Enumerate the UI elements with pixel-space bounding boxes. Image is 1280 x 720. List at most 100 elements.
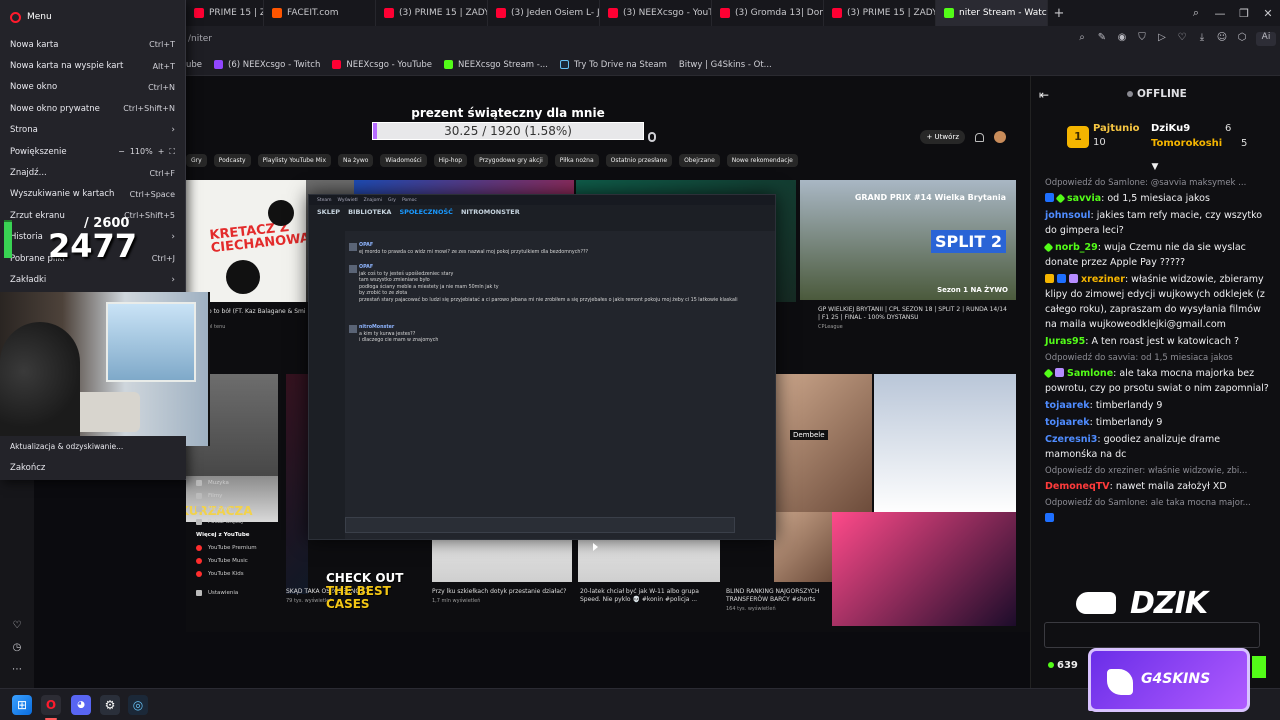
- bookmark-youtube[interactable]: ube: [186, 60, 202, 70]
- chevron-right-icon: ›: [171, 125, 175, 136]
- url-field[interactable]: /niter: [188, 34, 212, 44]
- chat-message: xreziner: właśnie widzowie, zbieramy kli…: [1045, 274, 1265, 330]
- tab-prime15-3[interactable]: (3) PRIME 15 | ZADYMA: [824, 0, 936, 26]
- menu-item-private-window[interactable]: Nowe okno prywatne Ctrl+Shift+N: [0, 98, 185, 119]
- tab-strip: PRIME 15 | ZADYMA FACEIT.com (3) PRIME 1…: [0, 0, 1280, 26]
- video-title: Przy lku szkiełkach dotyk przestanie dzi…: [432, 588, 567, 595]
- zoom-icon[interactable]: ⌕: [1076, 32, 1088, 46]
- yt-chip: Wiadomości: [380, 154, 427, 167]
- address-bar-actions: ⌕ ✎ ◉ ⛉ ▷ ♡ ⤓ ☺ ⬡ Ai: [1076, 32, 1276, 46]
- menu-item-new-tab[interactable]: Nowa karta Ctrl+T: [0, 34, 185, 55]
- steam-message: OPAF jak coś to ty jesteś upośledzeniec …: [359, 265, 738, 303]
- menu-item-new-window[interactable]: Nowe okno Ctrl+N: [0, 77, 185, 98]
- menu-item-exit[interactable]: Zakończ: [0, 457, 186, 479]
- menu-item-bookmarks[interactable]: Zakładki ›: [0, 269, 185, 290]
- g4skins-icon: [1107, 669, 1133, 695]
- goal-bar: 30.25 / 1920 (1.58%): [372, 122, 644, 140]
- windows-start-icon[interactable]: ⊞: [12, 695, 32, 715]
- edit-icon[interactable]: ✎: [1096, 32, 1108, 46]
- youtube-icon: [194, 8, 204, 18]
- screen: PRIME 15 | ZADYMA FACEIT.com (3) PRIME 1…: [0, 0, 1280, 720]
- yt-chip: Hip-hop: [433, 154, 468, 167]
- menu-item-new-tab-island[interactable]: Nowa karta na wyspie kart Alt+T: [0, 55, 185, 76]
- discord-icon[interactable]: ◕: [71, 695, 91, 715]
- menu-item-page[interactable]: Strona ›: [0, 120, 185, 141]
- thumb-text: GRAND PRIX #14 Wielka Brytania: [854, 193, 1006, 202]
- menu-item-find[interactable]: Znajdź... Ctrl+F: [0, 162, 185, 183]
- tab-neexcsgo[interactable]: (3) NEEXcsgo - YouTube: [600, 0, 712, 26]
- address-bar: /niter ⌕ ✎ ◉ ⛉ ▷ ♡ ⤓ ☺ ⬡ Ai: [0, 26, 1280, 54]
- steam-helper-icon[interactable]: ⚙: [100, 695, 120, 715]
- tab-faceit[interactable]: FACEIT.com: [264, 0, 376, 26]
- avatar: [349, 325, 357, 333]
- bookmark-twitch[interactable]: (6) NEEXcsgo - Twitch: [214, 60, 320, 70]
- fullscreen-icon[interactable]: ⛶: [169, 147, 175, 157]
- tab-jeden-osiem[interactable]: (3) Jeden Osiem L- Jak Zap: [488, 0, 600, 26]
- menu-item-tab-search[interactable]: Wyszukiwanie w kartach Ctrl+Space: [0, 184, 185, 205]
- goal-progress-text: 30.25 / 1920 (1.58%): [444, 124, 572, 138]
- counter-current: 2477: [48, 227, 138, 265]
- bookmark-neex-kick[interactable]: NEEXcsgo Stream -...: [444, 60, 548, 70]
- yt-sidebar-item: Ustawienia: [186, 586, 284, 599]
- collapse-chat-icon[interactable]: ⇤: [1039, 88, 1053, 102]
- tab-niter-stream[interactable]: niter Stream - Watch l: [936, 0, 1048, 26]
- goal-title: prezent świąteczny dla mnie: [411, 106, 605, 120]
- channel-points[interactable]: 639: [1048, 660, 1078, 671]
- yt-chip: Piłka nożna: [554, 154, 599, 167]
- maximize-icon[interactable]: ❐: [1232, 7, 1256, 20]
- bookmark-neex-youtube[interactable]: NEEXcsgo - YouTube: [332, 60, 432, 70]
- bookmark-g4skins[interactable]: Bitwy | G4Skins - Ot...: [679, 60, 1097, 711]
- ai-icon[interactable]: Ai: [1256, 32, 1276, 46]
- stream-video[interactable]: + Utwórz Gry Podcasty Playlisty YouTube …: [186, 76, 1030, 632]
- twitch-icon: [214, 60, 224, 69]
- video-thumbnail-kretacz: KRETACZ Z CIECHANOWA: [186, 180, 306, 302]
- video-thumbnail: [774, 512, 834, 582]
- yt-chip: Ostatnio przesłane: [605, 154, 673, 167]
- extensions-icon[interactable]: ⬡: [1236, 32, 1248, 46]
- zoom-out-button[interactable]: −: [118, 147, 125, 156]
- chat-send-button[interactable]: [1252, 656, 1266, 678]
- steam-window: Steam Wyświetl Znajomi Gry Pomoc SKLEP B…: [308, 194, 776, 551]
- steam-chat-input: [345, 517, 735, 533]
- heart-icon[interactable]: ♡: [10, 620, 24, 634]
- search-tabs-icon[interactable]: ⌕: [1184, 6, 1208, 20]
- profile-icon[interactable]: ☺: [1216, 32, 1228, 46]
- history-icon[interactable]: ◷: [10, 642, 24, 656]
- menu-item-update[interactable]: Aktualizacja & odzyskiwanie...: [0, 436, 186, 458]
- minimize-icon[interactable]: —: [1208, 7, 1232, 20]
- window-controls: ⌕ — ❐ ✕: [1184, 0, 1280, 26]
- video-thumbnail-gp: GRAND PRIX #14 Wielka Brytania SPLIT 2 S…: [800, 180, 1016, 300]
- close-icon[interactable]: ✕: [1256, 7, 1280, 20]
- badge-icon: [1055, 368, 1064, 377]
- video-thumbnail: [874, 374, 1016, 514]
- play-icon[interactable]: ▷: [1156, 32, 1168, 46]
- video-meta: ol tenu: [208, 324, 226, 330]
- camera-icon[interactable]: ◉: [1116, 32, 1128, 46]
- shield-icon[interactable]: ⛉: [1136, 32, 1148, 46]
- chat-messages: Odpowiedź do Samlone: @savvia maksymek .…: [1043, 176, 1269, 528]
- tab-prime15[interactable]: PRIME 15 | ZADYMA: [186, 0, 264, 26]
- more-icon[interactable]: ⋯: [10, 664, 24, 678]
- new-tab-button[interactable]: +: [1048, 6, 1070, 21]
- avatar: [349, 243, 357, 251]
- opera-icon[interactable]: O: [41, 695, 61, 720]
- bookmark-steam[interactable]: Try To Drive na Steam: [559, 60, 667, 70]
- bell-icon: [975, 132, 984, 142]
- faceit-icon: [272, 8, 282, 18]
- chevron-down-icon[interactable]: ▼: [1149, 162, 1161, 172]
- webcam-overlay: [0, 292, 210, 446]
- yt-top-actions: + Utwórz: [920, 130, 1006, 144]
- video-title: BLIND RANKING NAJGORSZYCH TRANSFERÓW BAR…: [726, 588, 820, 603]
- heart-icon[interactable]: ♡: [1176, 32, 1188, 46]
- badge-icon: [1043, 242, 1054, 253]
- steam-icon[interactable]: ◎: [128, 695, 148, 715]
- sponsor-g4skins-logo: G4SKINS: [1088, 648, 1250, 712]
- zoom-in-button[interactable]: +: [158, 147, 165, 156]
- tab-prime15-2[interactable]: (3) PRIME 15 | ZADYMA: [376, 0, 488, 26]
- download-icon[interactable]: ⤓: [1196, 32, 1208, 46]
- video-thumbnail: [832, 512, 1016, 626]
- yt-chip: Przygodowe gry akcji: [474, 154, 548, 167]
- promo-check-out-cases: CHECK OUT THE BEST CASES: [326, 571, 404, 611]
- tab-gromda[interactable]: (3) Gromda 13| Dominik A: [712, 0, 824, 26]
- kick-icon: [444, 60, 453, 69]
